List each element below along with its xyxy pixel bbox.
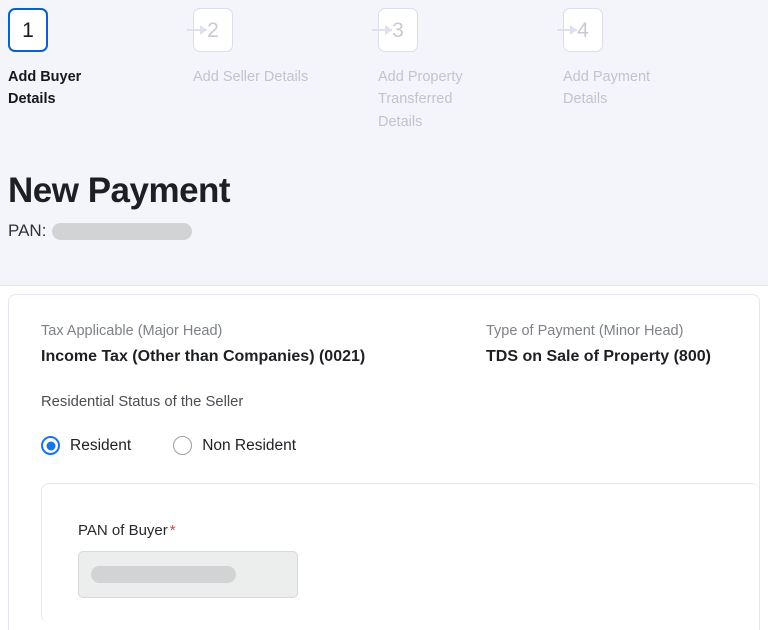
radio-option-resident[interactable]: Resident <box>41 436 132 456</box>
pan-display-line: PAN: <box>8 221 760 241</box>
arrow-head-icon <box>385 25 392 35</box>
step-1-add-buyer-details[interactable]: 1 <box>8 8 193 52</box>
tax-heads-row: Tax Applicable (Major Head) Income Tax (… <box>41 321 759 368</box>
major-head-label: Tax Applicable (Major Head) <box>41 323 223 339</box>
arrow-head-icon <box>200 25 207 35</box>
pan-of-buyer-label-text: PAN of Buyer <box>78 522 168 540</box>
step-2-add-seller-details[interactable]: 2 <box>193 8 378 52</box>
pan-of-buyer-label: PAN of Buyer * <box>78 522 759 539</box>
buyer-details-panel: PAN of Buyer * <box>41 483 759 624</box>
connector-3-4 <box>557 8 577 52</box>
residential-status-radio-group: Resident Non Resident <box>41 436 759 456</box>
arrow-head-icon <box>570 25 577 35</box>
radio-option-non-resident[interactable]: Non Resident <box>173 436 297 456</box>
step-4-label: Add Payment Details <box>563 69 651 108</box>
radio-resident-icon[interactable] <box>41 436 60 456</box>
radio-non-resident-label: Non Resident <box>202 436 297 454</box>
stepper-cell-1: 1 Add Buyer Details <box>8 8 207 111</box>
header-region: 1 Add Buyer Details 2 Add Seller Details… <box>0 0 768 286</box>
step-3-add-property-transferred-details[interactable]: 3 <box>378 8 563 52</box>
radio-resident-label: Resident <box>70 436 132 454</box>
pan-of-buyer-input[interactable] <box>78 551 298 599</box>
pan-label: PAN: <box>8 221 47 241</box>
minor-head-group: Type of Payment (Minor Head) TDS on Sale… <box>486 321 768 368</box>
major-head-value: Income Tax (Other than Companies) (0021) <box>41 347 366 365</box>
pan-of-buyer-value-redacted <box>91 566 236 584</box>
connector-1-2 <box>187 8 207 52</box>
minor-head-value: TDS on Sale of Property (800) <box>486 347 711 365</box>
pan-value-redacted <box>52 222 193 240</box>
required-asterisk: * <box>169 522 176 540</box>
step-1-number: 1 <box>8 8 48 52</box>
residential-status-label: Residential Status of the Seller <box>41 394 244 411</box>
step-2-label: Add Seller Details <box>193 69 309 85</box>
stepper-cell-2: 2 Add Seller Details <box>193 8 392 88</box>
step-3-label: Add Property Transferred Details <box>378 69 463 130</box>
page-title: New Payment <box>8 171 231 211</box>
minor-head-label: Type of Payment (Minor Head) <box>486 323 684 339</box>
step-4-add-payment-details[interactable]: 4 <box>563 8 748 52</box>
connector-2-3 <box>372 8 392 52</box>
step-1-label: Add Buyer Details <box>8 69 82 108</box>
progress-stepper: 1 Add Buyer Details 2 Add Seller Details… <box>8 0 760 133</box>
radio-non-resident-icon[interactable] <box>173 436 193 456</box>
stepper-cell-4: 4 Add Payment Details <box>563 8 748 111</box>
new-payment-form-card: Tax Applicable (Major Head) Income Tax (… <box>8 294 760 630</box>
stepper-cell-3: 3 Add Property Transferred Details <box>378 8 577 133</box>
major-head-group: Tax Applicable (Major Head) Income Tax (… <box>41 321 486 368</box>
